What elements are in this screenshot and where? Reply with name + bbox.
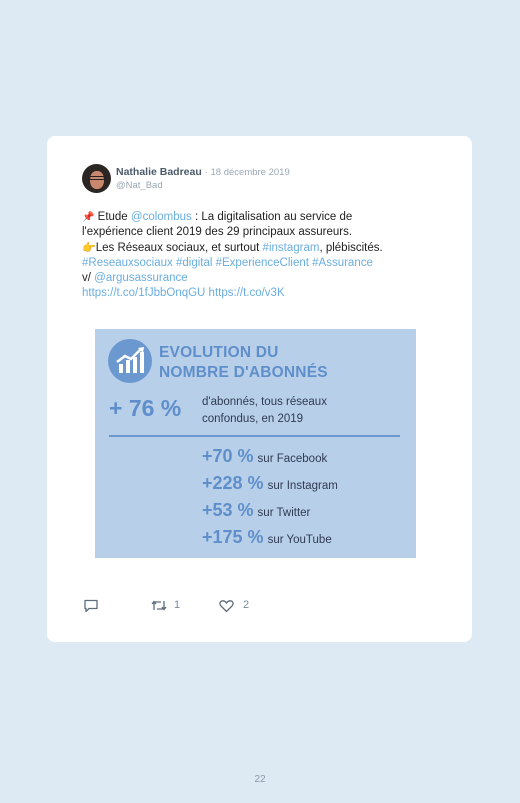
tweet-links[interactable]: https://t.co/1fJbbOnqGU https://t.co/v3K [82,286,452,301]
stat-network: sur Twitter [257,507,311,519]
pin-icon: 📌 [82,212,95,223]
pointing-hand-icon: 👉 [82,241,96,254]
tweet-text: 📌 Etude @colombus : La digitalisation au… [82,210,452,302]
growth-chart-icon [108,339,152,383]
tweet-text-segment: Etude [94,211,131,223]
author-handle[interactable]: @Nat_Bad [116,180,163,191]
tweet-line-1: 📌 Etude @colombus : La digitalisation au… [82,210,452,225]
stat-network: sur YouTube [267,534,332,546]
headline-caption-line2: confondus, en 2019 [202,413,304,425]
mention-argusassurance[interactable]: @argusassurance [94,272,188,284]
heart-icon[interactable] [219,599,234,618]
stat-network: sur Facebook [257,453,328,465]
infographic-title-line1: EVOLUTION DU [159,344,279,361]
page-number: 22 [254,774,266,785]
divider [109,435,400,437]
stat-row-instagram: +228 % sur Instagram [202,473,338,494]
avatar[interactable] [82,164,111,193]
avatar-face [90,171,104,189]
infographic-title-line2: NOMBRE D'ABONNÉS [159,364,328,381]
stat-pct: +70 % [202,446,254,466]
stat-pct: +175 % [202,527,264,547]
author-name[interactable]: Nathalie Badreau · 18 décembre 2019 [116,166,290,178]
author-name-text[interactable]: Nathalie Badreau [116,166,202,178]
mention-colombus[interactable]: @colombus [131,211,192,223]
stat-network: sur Instagram [267,480,338,492]
avatar-glasses [89,176,105,180]
hashtag-instagram[interactable]: #instagram [263,242,320,254]
headline-percentage: + 76 % [109,395,182,421]
tweet-line-3: 👉Les Réseaux sociaux, et surtout #instag… [82,241,452,256]
tweet-date[interactable]: · 18 décembre 2019 [205,167,290,178]
stat-pct: +228 % [202,473,264,493]
tweet-text-segment: Les Réseaux sociaux, et surtout [95,241,263,254]
stat-row-youtube: +175 % sur YouTube [202,527,332,548]
via-label: v/ [82,272,95,285]
tweet-card: Nathalie Badreau · 18 décembre 2019 @Nat… [47,136,472,642]
retweet-count: 1 [174,599,181,611]
stat-pct: +53 % [202,500,254,520]
tweet-image-infographic[interactable]: EVOLUTION DU NOMBRE D'ABONNÉS + 76 % d'a… [95,329,416,558]
like-count: 2 [243,599,250,611]
headline-caption: d'abonnés, tous réseaux confondus, en 20… [202,394,352,428]
headline-caption-line1: d'abonnés, tous réseaux [202,396,327,408]
infographic-title: EVOLUTION DU NOMBRE D'ABONNÉS [159,343,328,383]
retweet-icon[interactable] [150,598,168,618]
stat-row-twitter: +53 % sur Twitter [202,500,310,521]
stat-row-facebook: +70 % sur Facebook [202,446,327,467]
reply-icon[interactable] [83,598,99,618]
tweet-line-2: l'expérience client 2019 des 29 principa… [82,226,353,239]
tweet-line-via: v/ @argusassurance [82,271,452,286]
tweet-text-segment: , plébiscités. [319,241,383,254]
hashtags-line[interactable]: #Reseauxsociaux #digital #ExperienceClie… [82,256,452,271]
tweet-text-segment: : La digitalisation au service de [191,211,353,223]
